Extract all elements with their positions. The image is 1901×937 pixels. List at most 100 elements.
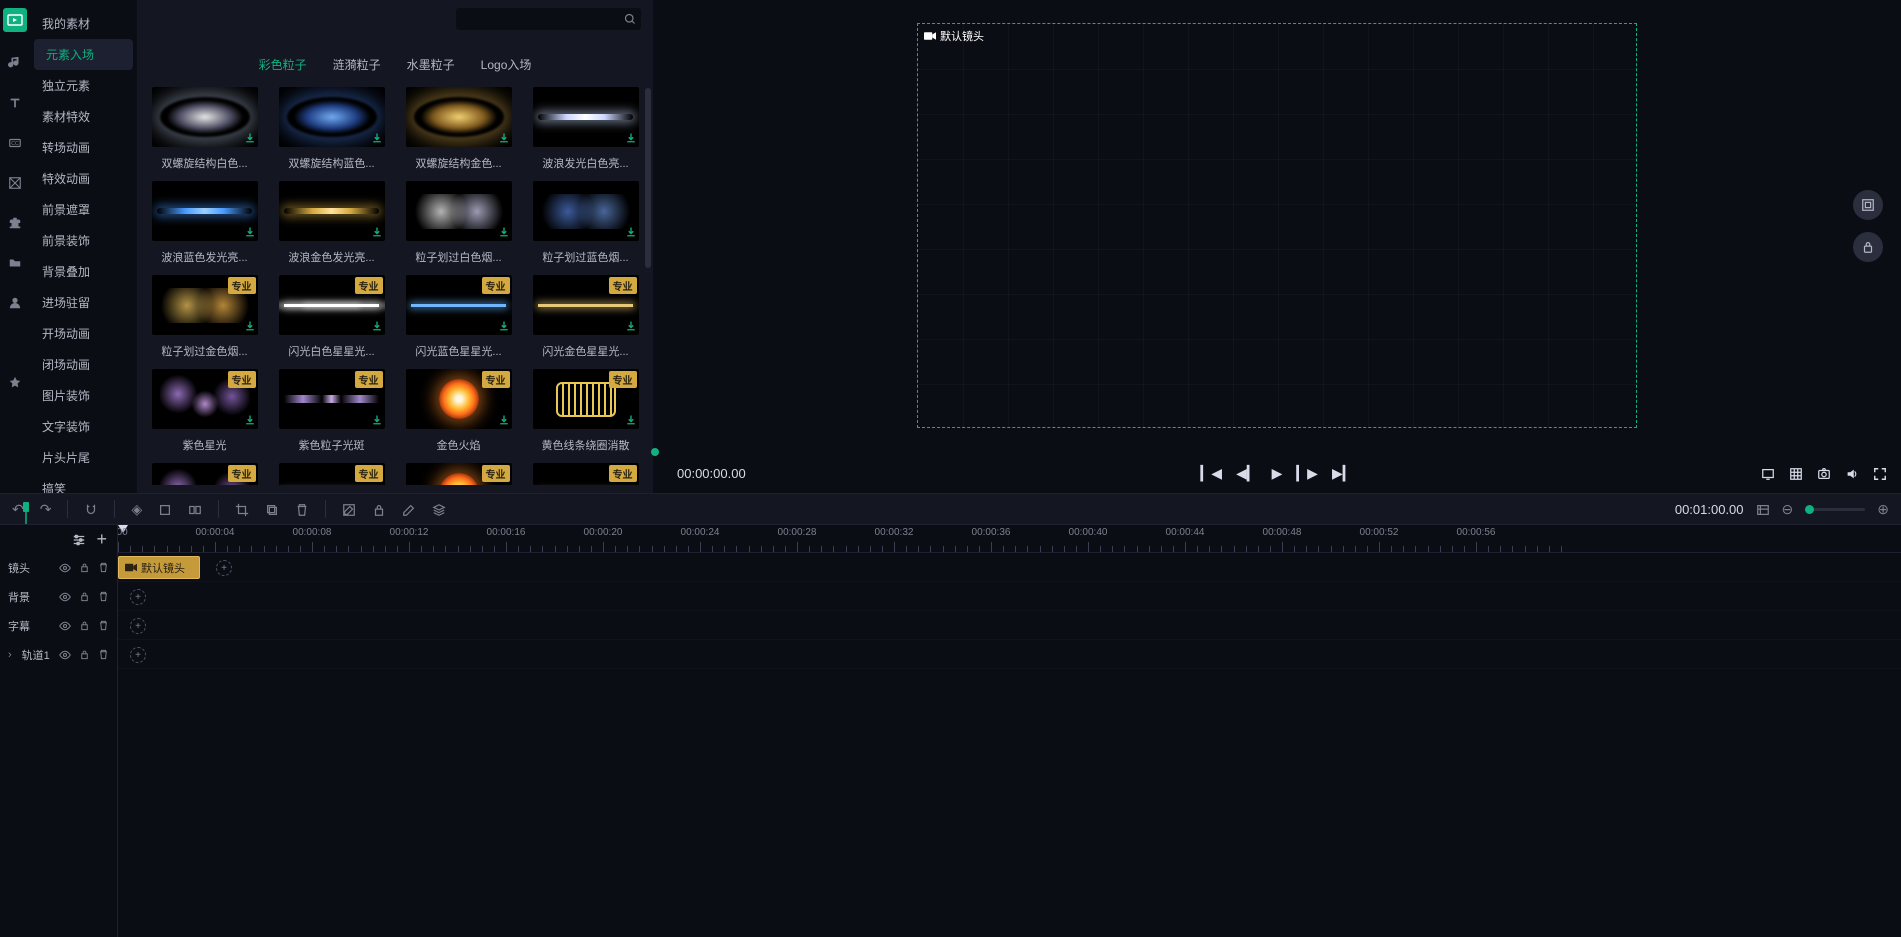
asset-card[interactable]: 波浪金色发光亮... [272,181,391,265]
volume-icon[interactable] [1845,465,1859,481]
next-frame-button[interactable]: ▎▶ [1296,465,1318,482]
download-icon[interactable] [244,223,256,239]
lock-button[interactable] [1853,232,1883,262]
visibility-icon[interactable] [59,590,71,602]
library-scrollbar[interactable] [645,88,651,268]
category-item[interactable]: 图片装饰 [30,380,137,411]
download-icon[interactable] [625,223,637,239]
timeline-tracks[interactable]: 0:0000:00:0400:00:0800:00:1200:00:1600:0… [118,525,1901,937]
download-icon[interactable] [498,223,510,239]
effects-grid-icon[interactable] [6,334,24,352]
asset-card[interactable]: 双螺旋结构金色... [399,87,518,171]
canvas-frame[interactable]: 默认镜头 [917,23,1637,428]
plugin-icon[interactable] [6,214,24,232]
download-icon[interactable] [498,317,510,333]
edit-icon[interactable] [402,501,416,517]
asset-card[interactable]: 专业闪光白色星星光... [272,275,391,359]
track-row[interactable]: 默认镜头+ [118,553,1901,582]
category-item[interactable]: 我的素材 [30,8,137,39]
select-rect-icon[interactable] [158,501,172,517]
lock-icon[interactable] [79,649,90,661]
subtitle-icon[interactable]: CC [6,134,24,152]
trash-icon[interactable] [98,649,109,661]
download-icon[interactable] [244,317,256,333]
download-icon[interactable] [371,411,383,427]
text-icon[interactable] [6,94,24,112]
category-item[interactable]: 闭场动画 [30,349,137,380]
media-library-icon[interactable] [3,8,27,32]
category-item[interactable]: 开场动画 [30,318,137,349]
keyframe-icon[interactable]: ◈ [131,501,142,518]
lock-clip-icon[interactable] [372,501,386,517]
grid-toggle-icon[interactable] [1789,465,1803,481]
zoom-out-button[interactable]: ⊖ [1782,501,1794,518]
magnet-icon[interactable] [84,501,98,517]
delete-icon[interactable] [295,501,309,517]
zoom-slider[interactable] [1805,508,1865,511]
trash-icon[interactable] [98,591,109,603]
lock-icon[interactable] [79,562,90,574]
asset-tab[interactable]: 水墨粒子 [407,56,455,73]
folder-icon[interactable] [6,254,24,272]
track-row[interactable]: + [118,611,1901,640]
download-icon[interactable] [371,129,383,145]
add-clip-button[interactable]: + [130,618,146,634]
download-icon[interactable] [625,317,637,333]
category-item[interactable]: 独立元素 [30,70,137,101]
asset-card[interactable]: 专业 [272,463,391,485]
asset-card[interactable]: 粒子划过白色烟... [399,181,518,265]
download-icon[interactable] [371,317,383,333]
visibility-icon[interactable] [59,648,71,660]
asset-card[interactable]: 专业 [399,463,518,485]
asset-card[interactable]: 粒子划过蓝色烟... [526,181,645,265]
asset-card[interactable]: 专业粒子划过金色烟... [145,275,264,359]
copy-icon[interactable] [265,501,279,517]
goto-start-button[interactable]: ▎◀ [1201,465,1223,482]
asset-tab[interactable]: 彩色粒子 [259,56,307,73]
edit-image-icon[interactable] [342,501,356,517]
crop-icon[interactable] [235,501,249,517]
search-icon[interactable] [619,8,641,30]
fit-screen-button[interactable] [1853,190,1883,220]
category-item[interactable]: 特效动画 [30,163,137,194]
asset-tab[interactable]: 涟漪粒子 [333,56,381,73]
redo-button[interactable]: ↷ [40,501,52,518]
trash-icon[interactable] [98,620,109,632]
category-item[interactable]: 转场动画 [30,132,137,163]
add-track-button[interactable]: + [96,529,107,550]
timeline-clip[interactable]: 默认镜头 [118,556,200,579]
asset-card[interactable]: 专业闪光蓝色星星光... [399,275,518,359]
audio-icon[interactable] [6,54,24,72]
visibility-icon[interactable] [59,619,71,631]
asset-card[interactable]: 专业黄色线条绕圈消散 [526,369,645,453]
download-icon[interactable] [244,411,256,427]
asset-card[interactable]: 专业紫色粒子光斑 [272,369,391,453]
category-item[interactable]: 前景装饰 [30,225,137,256]
asset-card[interactable]: 波浪蓝色发光亮... [145,181,264,265]
category-item[interactable]: 片头片尾 [30,442,137,473]
category-item[interactable]: 背景叠加 [30,256,137,287]
download-icon[interactable] [498,129,510,145]
asset-card[interactable]: 专业闪光金色星星光... [526,275,645,359]
play-button[interactable]: ▶ [1272,465,1283,482]
goto-end-button[interactable]: ▶▎ [1332,465,1354,482]
asset-card[interactable]: 专业金色火焰 [399,369,518,453]
download-icon[interactable] [498,411,510,427]
playhead-tool-icon[interactable] [20,502,32,524]
category-item[interactable]: 前景遮罩 [30,194,137,225]
asset-card[interactable]: 双螺旋结构蓝色... [272,87,391,171]
zoom-in-button[interactable]: ⊕ [1877,501,1889,518]
preview-canvas[interactable]: 默认镜头 [653,0,1901,451]
track-row[interactable]: + [118,640,1901,669]
timeline-settings-icon[interactable] [1756,501,1770,517]
track-options-icon[interactable] [72,531,86,547]
snapshot-icon[interactable] [1817,465,1831,481]
chevron-right-icon[interactable]: › [8,649,12,661]
asset-card[interactable]: 专业 [526,463,645,485]
category-item[interactable]: 文字装饰 [30,411,137,442]
download-icon[interactable] [244,129,256,145]
timeline-ruler[interactable]: 0:0000:00:0400:00:0800:00:1200:00:1600:0… [118,525,1901,553]
asset-card[interactable]: 双螺旋结构白色... [145,87,264,171]
prev-frame-button[interactable]: ◀▎ [1236,465,1258,482]
lock-icon[interactable] [79,620,90,632]
